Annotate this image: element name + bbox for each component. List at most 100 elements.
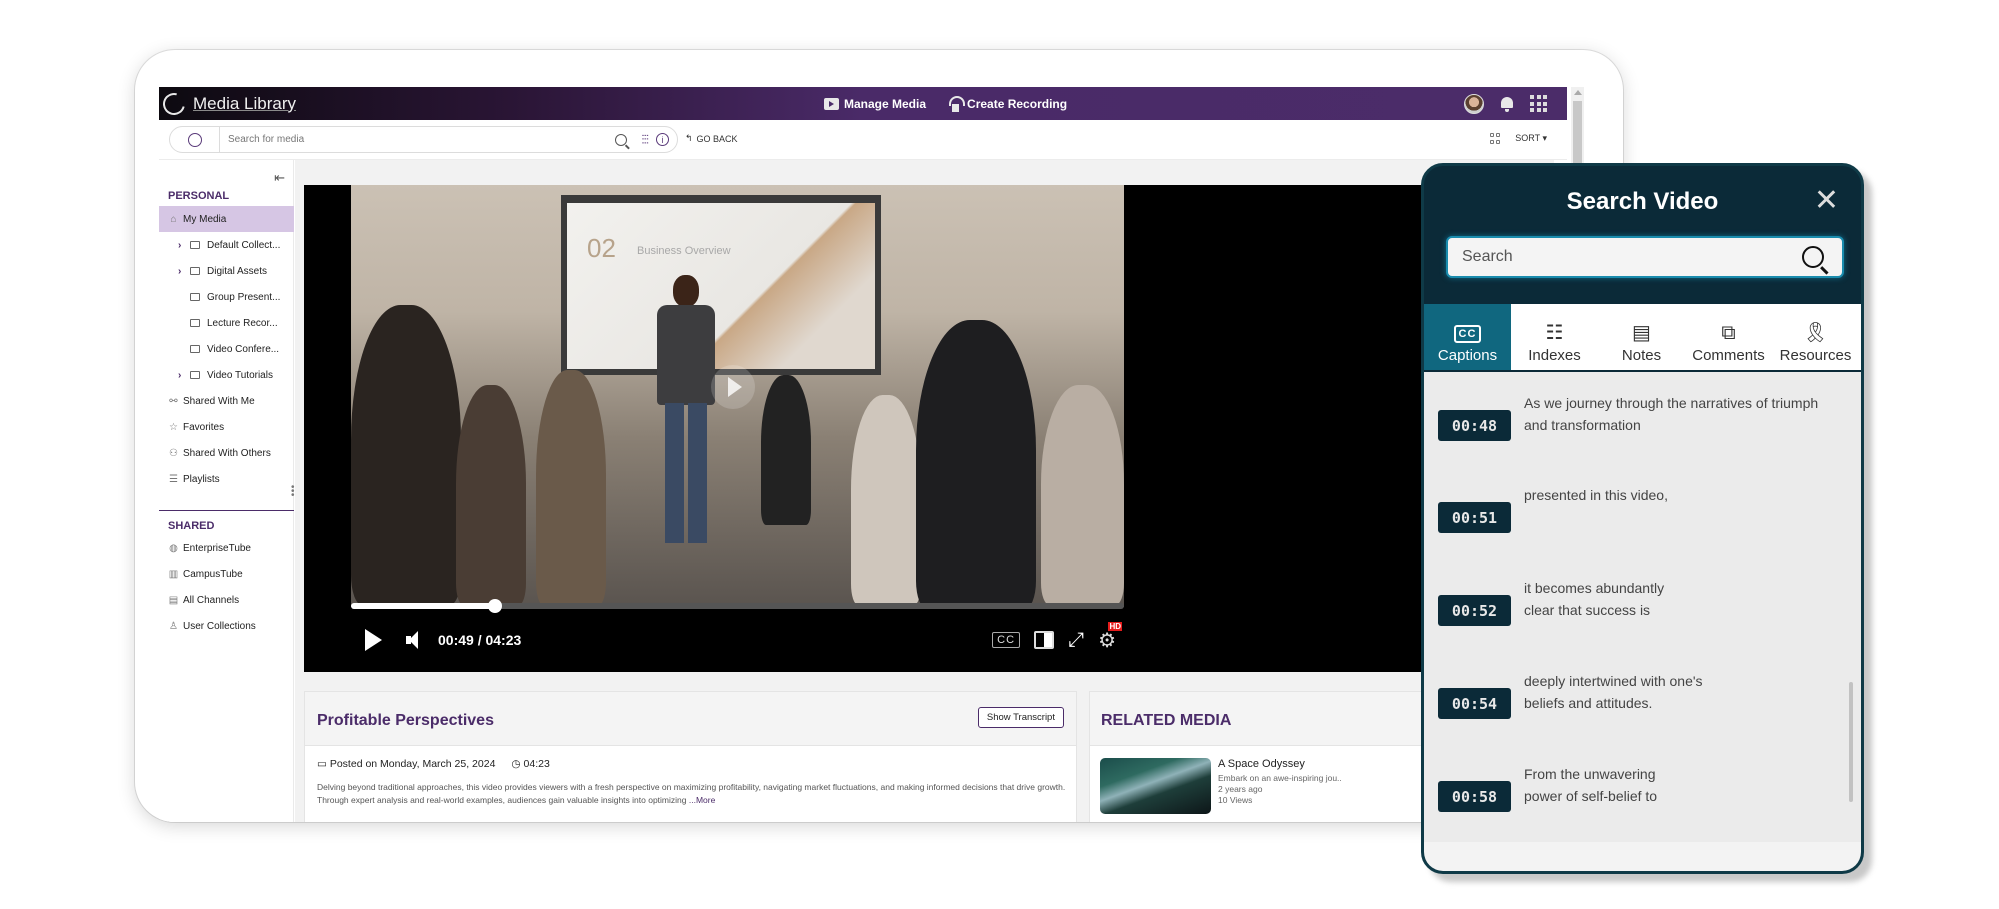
audience-figure	[536, 370, 606, 605]
sidebar-item-label: Digital Assets	[207, 265, 268, 277]
caption-timestamp[interactable]: 00:58	[1438, 781, 1511, 812]
seek-bar[interactable]	[351, 599, 1124, 613]
go-back-button[interactable]: ↰ GO BACK	[685, 133, 738, 144]
app-grid-icon[interactable]	[1530, 95, 1547, 112]
tab-label: Resources	[1779, 347, 1852, 364]
video-player[interactable]: 02 Business Overview 00:49 / 04:23 CC ⤢ …	[304, 185, 1484, 672]
chevron-right-icon[interactable]: ›	[178, 370, 186, 381]
sidebar-item-label: All Channels	[183, 594, 240, 606]
media-search-input[interactable]	[220, 134, 616, 145]
caption-item[interactable]: 00:52 it becomes abundantly clear that s…	[1438, 577, 1838, 637]
sidebar-item-all-channels[interactable]: ▤ All Channels	[159, 587, 294, 613]
folder-icon	[190, 293, 200, 301]
sidebar-item-video-conferences[interactable]: Video Confere...	[159, 336, 294, 362]
audience-figure	[916, 320, 1036, 607]
media-folder-icon	[824, 97, 839, 110]
sidebar-item-label: Shared With Others	[183, 447, 271, 459]
sidebar-item-user-collections[interactable]: ♙ User Collections	[159, 613, 294, 639]
audience-figure	[456, 385, 526, 605]
main-content: 02 Business Overview 00:49 / 04:23 CC ⤢ …	[295, 160, 1554, 822]
caption-timestamp[interactable]: 00:54	[1438, 688, 1511, 719]
tab-indexes[interactable]: ☷ Indexes	[1511, 304, 1598, 370]
filter-sliders-icon[interactable]: ⫶⫶⫶	[641, 132, 649, 148]
user-avatar[interactable]	[1464, 93, 1484, 114]
sidebar-item-default-collection[interactable]: › Default Collect...	[159, 232, 294, 258]
sidebar-item-label: EnterpriseTube	[183, 542, 251, 554]
chevron-right-icon[interactable]: ›	[178, 266, 186, 277]
related-media-name[interactable]: A Space Odyssey	[1218, 758, 1342, 770]
player-controls: 00:49 / 04:23 CC ⤢ ⚙ HD	[351, 621, 1124, 655]
collapse-sidebar-icon[interactable]: ⇤	[274, 170, 285, 186]
sidebar-item-playlists[interactable]: ☰ Playlists	[159, 466, 294, 492]
sidebar-item-label: Video Confere...	[207, 343, 280, 355]
center-play-icon[interactable]	[711, 365, 755, 409]
related-media-item[interactable]: A Space Odyssey Embark on an awe-inspiri…	[1218, 758, 1342, 806]
caption-timestamp[interactable]: 00:52	[1438, 595, 1511, 626]
caption-text: presented in this video,	[1524, 487, 1668, 503]
search-icon[interactable]	[615, 133, 628, 146]
close-icon[interactable]: ✕	[1814, 186, 1839, 216]
sidebar-item-video-tutorials[interactable]: › Video Tutorials	[159, 362, 294, 388]
create-recording-link[interactable]: Create Recording	[948, 95, 1067, 112]
sidebar-item-lecture-recordings[interactable]: Lecture Recor...	[159, 310, 294, 336]
caption-item[interactable]: 00:48 As we journey through the narrativ…	[1438, 392, 1838, 452]
projection-screen: 02 Business Overview	[561, 195, 881, 375]
duration-text: 04:23	[523, 758, 550, 770]
sidebar-item-my-media[interactable]: ⌂ My Media	[159, 206, 294, 232]
sidebar-item-group-presentations[interactable]: Group Present...	[159, 284, 294, 310]
sidebar: ⇤ PERSONAL ⌂ My Media › Default Collect.…	[159, 160, 295, 822]
bell-icon[interactable]	[1500, 96, 1514, 112]
logo-icon	[159, 88, 190, 119]
panel-title: Search Video	[1566, 188, 1719, 215]
picture-in-picture-icon[interactable]	[1034, 631, 1055, 649]
show-transcript-button[interactable]: Show Transcript	[977, 707, 1064, 728]
sidebar-item-shared-with-me[interactable]: ⚯ Shared With Me	[159, 388, 294, 414]
sidebar-item-enterprisetube[interactable]: ◍ EnterpriseTube	[159, 535, 294, 561]
caption-timestamp[interactable]: 00:51	[1438, 502, 1511, 533]
manage-media-link[interactable]: Manage Media	[824, 97, 926, 111]
closed-captions-button[interactable]: CC	[992, 632, 1021, 648]
video-search-input[interactable]	[1448, 248, 1802, 266]
video-frame[interactable]: 02 Business Overview	[351, 185, 1124, 607]
volume-icon[interactable]	[406, 630, 426, 650]
settings-gear-icon[interactable]: ⚙ HD	[1098, 621, 1122, 653]
chevron-right-icon[interactable]: ›	[178, 240, 186, 251]
seek-bar-handle[interactable]	[487, 599, 502, 613]
captions-scrollbar[interactable]	[1849, 682, 1853, 802]
related-media-thumbnail[interactable]	[1100, 758, 1211, 814]
sort-dropdown[interactable]: SORT ▾	[1515, 133, 1547, 144]
more-link[interactable]: ...More	[689, 795, 715, 805]
search-icon[interactable]	[1802, 246, 1824, 268]
caption-item[interactable]: 00:54 deeply intertwined with one's beli…	[1438, 670, 1838, 730]
app-logo[interactable]: Media Library	[159, 88, 296, 119]
video-search-box	[1446, 236, 1844, 278]
sidebar-item-digital-assets[interactable]: › Digital Assets	[159, 258, 294, 284]
tab-notes[interactable]: ▤ Notes	[1598, 304, 1685, 370]
tab-captions[interactable]: CC Captions	[1424, 304, 1511, 370]
related-media-views: 10 Views	[1218, 795, 1253, 805]
tab-comments[interactable]: ⧉ Comments	[1685, 304, 1772, 370]
globe-icon	[187, 132, 202, 147]
play-icon[interactable]	[365, 629, 382, 651]
caption-text: it becomes abundantly clear that success…	[1524, 580, 1665, 618]
caption-timestamp[interactable]: 00:48	[1438, 410, 1511, 441]
globe-scope-button[interactable]	[170, 127, 220, 152]
slide-title: Business Overview	[637, 245, 731, 257]
sidebar-item-campustube[interactable]: ▥ CampusTube	[159, 561, 294, 587]
library-icon: ▤	[168, 594, 179, 606]
calendar-icon: ▭	[317, 758, 327, 770]
personal-section-title: PERSONAL	[168, 190, 230, 202]
grid-view-icon[interactable]	[1490, 133, 1501, 144]
audience-figure	[351, 305, 461, 605]
tab-resources[interactable]: 🎗 Resources	[1772, 304, 1859, 370]
sidebar-item-shared-with-others[interactable]: ⚇ Shared With Others	[159, 440, 294, 466]
scroll-up-arrow-icon[interactable]	[1574, 90, 1582, 95]
caption-item[interactable]: 00:58 From the unwavering power of self-…	[1438, 763, 1838, 823]
info-icon[interactable]: i	[656, 133, 669, 146]
tab-label: Comments	[1692, 347, 1765, 364]
sidebar-item-favorites[interactable]: ☆ Favorites	[159, 414, 294, 440]
caption-item[interactable]: 00:51 presented in this video,	[1438, 484, 1838, 544]
star-icon: ☆	[169, 421, 178, 433]
fullscreen-icon[interactable]: ⤢	[1068, 629, 1084, 652]
tab-label: Captions	[1437, 347, 1498, 364]
